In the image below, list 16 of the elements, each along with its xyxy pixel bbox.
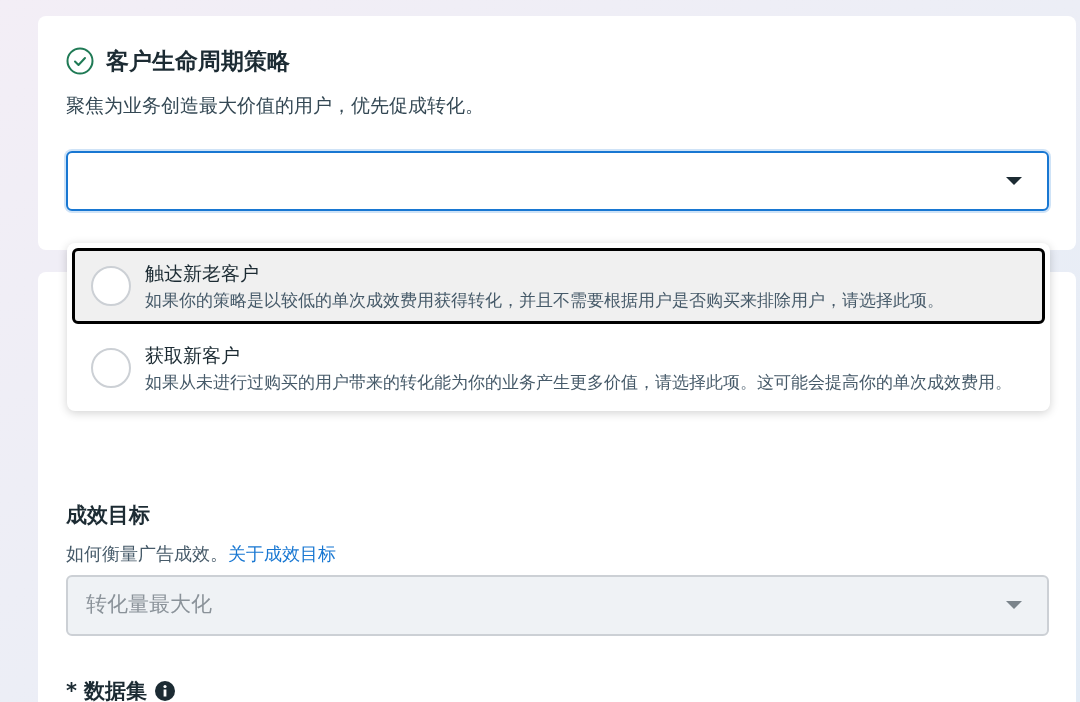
option-description: 如果从未进行过购买的用户带来的转化能为你的业务产生更多价值，请选择此项。这可能会提高你的单次成效费用。 [145, 371, 1012, 394]
menu-option[interactable]: 触达新老客户 如果你的策略是以较低的单次成效费用获得转化，并且不需要根据用户是否购买来排除用户，请选择此项。 [72, 248, 1045, 324]
radio-button[interactable] [91, 348, 131, 388]
help-link[interactable]: 关于成效目标 [228, 542, 336, 564]
option-description: 如果你的策略是以较低的单次成效费用获得转化，并且不需要根据用户是否购买来排除用户，请选择此项。 [145, 289, 944, 312]
radio-button[interactable] [91, 266, 131, 306]
section-description: 聚焦为业务创造最大价值的用户，优先促成转化。 [66, 92, 485, 118]
caret-icon [1005, 600, 1023, 610]
option-title: 触达新老客户 [145, 261, 260, 286]
section-title: 客户生命周期策略 [106, 47, 290, 76]
strategy-select[interactable] [66, 151, 1049, 211]
caret-icon [1005, 176, 1023, 186]
field-label: * 数据集 [66, 677, 148, 702]
option-title: 获取新客户 [145, 343, 241, 368]
field-heading: 成效目标 [66, 502, 151, 529]
help-text: 如何衡量广告成效。关于成效目标 [66, 541, 337, 566]
